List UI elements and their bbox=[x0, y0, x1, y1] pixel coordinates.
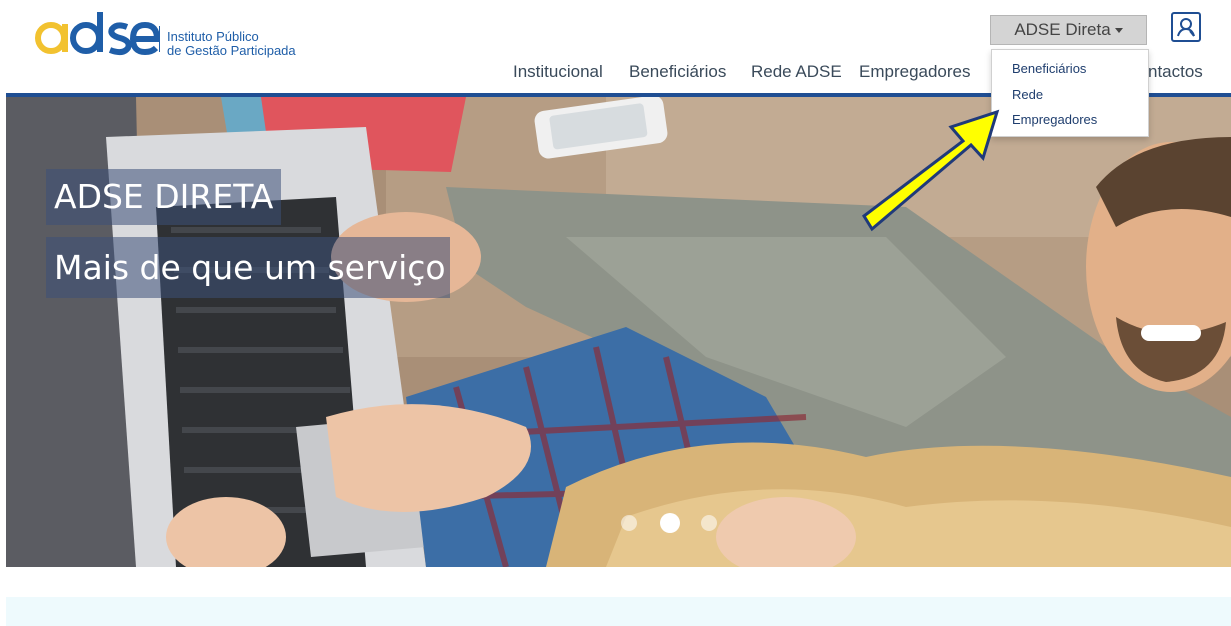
adse-logo[interactable]: Instituto Público de Gestão Participada bbox=[34, 10, 314, 65]
adse-logo-mark bbox=[35, 12, 161, 56]
nav-item-rede-adse[interactable]: Rede ADSE bbox=[751, 62, 842, 82]
logo-tagline-1: Instituto Público bbox=[167, 29, 259, 44]
user-login-glyph bbox=[1177, 18, 1195, 37]
dropdown-item-beneficiarios[interactable]: Beneficiários bbox=[1012, 61, 1086, 76]
hero-title: ADSE DIRETA bbox=[46, 169, 282, 225]
logo-tagline-2: de Gestão Participada bbox=[167, 43, 296, 58]
carousel-dot-2[interactable] bbox=[660, 513, 680, 533]
info-bar bbox=[6, 597, 1231, 626]
user-login-icon[interactable] bbox=[1171, 12, 1201, 42]
carousel-indicators bbox=[621, 513, 721, 535]
carousel-dot-1[interactable] bbox=[621, 515, 637, 531]
adse-direta-dropdown-menu: Beneficiários Rede Empregadores bbox=[991, 49, 1149, 137]
adse-direta-dropdown-button[interactable]: ADSE Direta bbox=[990, 15, 1147, 45]
nav-item-institucional[interactable]: Institucional bbox=[513, 62, 603, 82]
nav-item-empregadores[interactable]: Empregadores bbox=[859, 62, 971, 82]
caret-down-icon bbox=[1114, 28, 1123, 34]
carousel-dot-3[interactable] bbox=[701, 515, 717, 531]
logo-divider bbox=[159, 26, 160, 52]
dropdown-item-rede[interactable]: Rede bbox=[1012, 87, 1043, 102]
adse-direta-label: ADSE Direta bbox=[1014, 20, 1111, 39]
hero-photo bbox=[6, 97, 1231, 567]
nav-item-contactos[interactable]: ntactos bbox=[1148, 62, 1203, 82]
hero-carousel[interactable]: ADSE DIRETA Mais de que um serviço bbox=[6, 97, 1231, 567]
dropdown-item-empregadores[interactable]: Empregadores bbox=[1012, 112, 1097, 127]
hero-subtitle: Mais de que um serviço bbox=[46, 237, 450, 298]
nav-item-beneficiarios[interactable]: Beneficiários bbox=[629, 62, 726, 82]
